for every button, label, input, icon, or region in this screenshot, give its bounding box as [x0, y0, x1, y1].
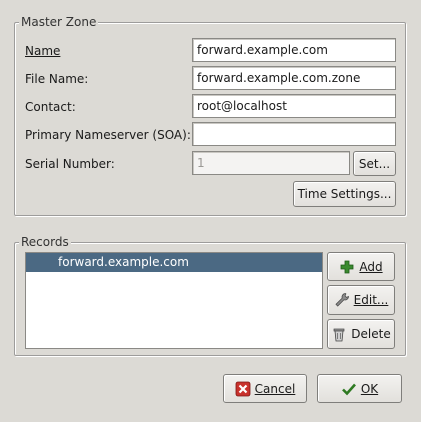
delete-record-label: Delete — [351, 327, 391, 341]
name-label-text: Name — [25, 44, 61, 58]
add-record-button[interactable]: Add — [327, 252, 395, 281]
trash-icon — [331, 326, 347, 342]
filename-field[interactable]: forward.example.com.zone — [192, 66, 396, 90]
nameserver-field[interactable] — [192, 122, 396, 146]
add-record-label: Add — [359, 259, 383, 274]
edit-record-label: Edit... — [353, 293, 389, 307]
wrench-icon — [334, 292, 350, 308]
cancel-label: Cancel — [254, 381, 296, 396]
name-field[interactable]: forward.example.com — [192, 38, 396, 62]
contact-label: Contact: — [25, 100, 76, 114]
cancel-icon — [235, 381, 251, 397]
records-list-item[interactable]: forward.example.com — [26, 253, 322, 272]
name-label: Name — [25, 43, 60, 59]
set-serial-label: Set... — [358, 156, 391, 171]
serial-field: 1 — [192, 151, 350, 175]
edit-record-button[interactable]: Edit... — [327, 285, 395, 315]
serial-label: Serial Number: — [25, 157, 115, 171]
delete-record-button[interactable]: Delete — [327, 319, 395, 349]
filename-label: File Name: — [25, 72, 89, 86]
time-settings-button[interactable]: Time Settings... — [293, 181, 396, 207]
cancel-button[interactable]: Cancel — [223, 374, 307, 403]
master-zone-title: Master Zone — [19, 14, 99, 30]
contact-field[interactable]: root@localhost — [192, 94, 396, 118]
time-settings-label: Time Settings... — [297, 187, 392, 201]
nameserver-label: Primary Nameserver (SOA): — [25, 128, 191, 142]
checkmark-icon — [341, 381, 357, 397]
ok-label: OK — [360, 381, 379, 396]
plus-icon — [339, 259, 355, 275]
ok-button[interactable]: OK — [317, 374, 402, 403]
records-title: Records — [19, 234, 71, 250]
set-serial-button[interactable]: Set... — [353, 151, 396, 176]
records-list[interactable]: forward.example.com — [25, 252, 323, 349]
